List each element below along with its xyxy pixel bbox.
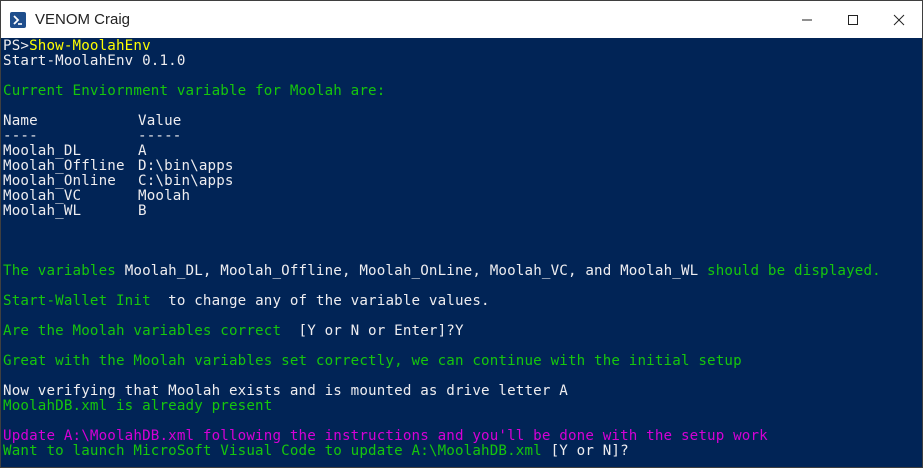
var-value: D:\bin\apps [138, 158, 234, 174]
table-row: Moolah_Online C:\bin\apps [3, 174, 234, 189]
close-button[interactable] [876, 1, 922, 38]
console-output[interactable]: PS>Show-MoolahEnv Start-MoolahEnv 0.1.0 … [1, 39, 922, 468]
wallet-command: Start-Wallet Init [3, 293, 151, 309]
column-header-value: Value [138, 113, 182, 129]
column-underline-value: ----- [138, 128, 182, 144]
confirm-options: [Y or N or Enter]?Y [281, 323, 464, 339]
minimize-button[interactable] [784, 1, 830, 38]
table-underline-row: ---- ----- [3, 129, 181, 144]
column-underline-name: ---- [3, 128, 38, 144]
var-name: Moolah_WL [3, 203, 82, 219]
table-row: Moolah_WL B [3, 204, 147, 219]
great-line: Great with the Moolah variables set corr… [3, 353, 742, 369]
wallet-line: Start-Wallet Init to change any of the v… [3, 294, 490, 309]
table-row: Moolah_VC Moolah [3, 189, 190, 204]
launch-line: Want to launch MicroSoft Visual Code to … [3, 444, 629, 459]
table-header-row: Name Value [3, 114, 181, 129]
var-value: A [138, 143, 147, 159]
present-line: MoolahDB.xml is already present [3, 398, 273, 414]
prompt: PS> [3, 39, 30, 54]
verify-line: Now verifying that Moolah exists and is … [3, 383, 568, 399]
var-name: Moolah_DL [3, 143, 82, 159]
variables-list: Moolah_DL, Moolah_Offline, Moolah_OnLine… [124, 263, 699, 279]
start-line: Start-MoolahEnv 0.1.0 [3, 53, 186, 69]
window-controls [784, 1, 922, 38]
maximize-icon [848, 14, 858, 25]
close-icon [893, 14, 905, 25]
variables-line: The variables Moolah_DL, Moolah_Offline,… [3, 264, 881, 279]
update-line: Update A:\MoolahDB.xml following the ins… [3, 428, 768, 444]
table-row: Moolah_DL A [3, 144, 147, 159]
launch-options: [Y or N]? [541, 443, 629, 459]
powershell-window: VENOM Craig PS>Show-MoolahEnv Start-Mool… [0, 0, 923, 468]
window-title: VENOM Craig [35, 11, 131, 28]
var-name: Moolah_Offline [3, 158, 125, 174]
var-value: C:\bin\apps [138, 173, 234, 189]
var-value: B [138, 203, 147, 219]
maximize-button[interactable] [830, 1, 876, 38]
title-bar[interactable]: VENOM Craig [1, 1, 922, 38]
minimize-icon [802, 19, 812, 20]
prompt-line: PS>Show-MoolahEnv [3, 39, 151, 54]
var-name: Moolah_Online [3, 173, 116, 189]
wallet-text: to change any of the variable values. [150, 293, 490, 309]
variables-suffix: should be displayed. [698, 263, 881, 279]
confirm-line: Are the Moolah variables correct [Y or N… [3, 324, 464, 339]
powershell-icon [10, 11, 26, 28]
variables-prefix: The variables [3, 263, 125, 279]
table-row: Moolah_Offline D:\bin\apps [3, 159, 234, 174]
var-name: Moolah_VC [3, 188, 82, 204]
command-text: Show-MoolahEnv [29, 39, 151, 54]
launch-question: Want to launch MicroSoft Visual Code to … [3, 443, 542, 459]
column-header-name: Name [3, 113, 38, 129]
env-header: Current Enviornment variable for Moolah … [3, 83, 386, 99]
var-value: Moolah [138, 188, 191, 204]
confirm-question: Are the Moolah variables correct [3, 323, 282, 339]
